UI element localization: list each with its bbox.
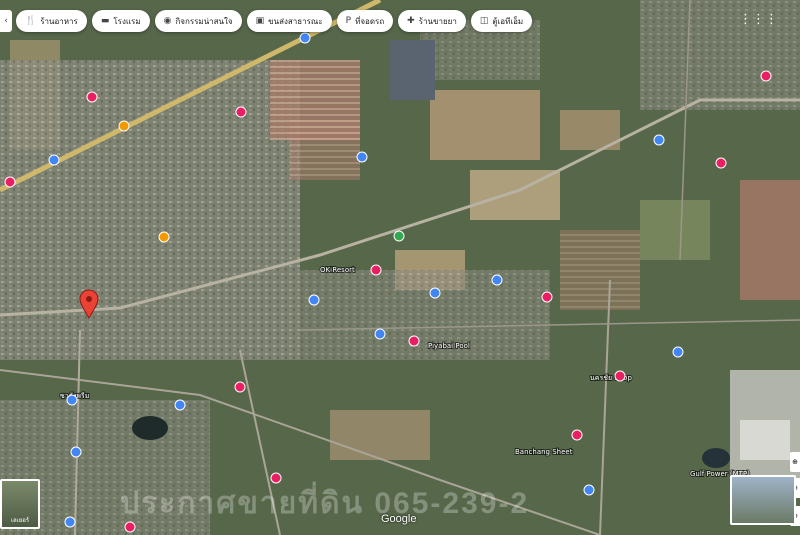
location-pin-center (86, 296, 92, 302)
poi-marker-icon[interactable] (370, 264, 382, 276)
hotel-icon: ▬ (100, 16, 110, 26)
poi-marker-icon[interactable] (356, 151, 368, 163)
poi-marker-icon[interactable] (174, 399, 186, 411)
chip-atm[interactable]: ◫ ตู้เอทีเอ็ม (470, 10, 533, 32)
poi-marker-icon[interactable] (374, 328, 386, 340)
map-label-pool: Piyabai Pool (428, 342, 470, 350)
chip-parking[interactable]: P ที่จอดรถ (336, 10, 394, 32)
map-label-station: นครชัย Shop (590, 374, 632, 382)
chip-camera[interactable]: ◉ กิจกรรมน่าสนใจ (154, 10, 242, 32)
chip-label: ตู้เอทีเอ็ม (492, 16, 524, 26)
pharmacy-icon: ✚ (407, 16, 415, 26)
poi-marker-icon[interactable] (408, 335, 420, 347)
poi-marker-icon[interactable] (308, 294, 320, 306)
chip-hotel[interactable]: ▬ โรงแรม (91, 10, 150, 32)
poi-marker-icon[interactable] (491, 274, 503, 286)
layers-button[interactable]: เลเยอร์ (0, 479, 40, 529)
collapse-panel-button[interactable]: ‹ (0, 10, 12, 32)
poi-marker-icon[interactable] (653, 134, 665, 146)
poi-marker-icon[interactable] (541, 291, 553, 303)
map-label-resort: OK Resort (320, 266, 355, 274)
chip-label: ร้านขายยา (418, 16, 457, 26)
poi-marker-icon[interactable] (235, 106, 247, 118)
poi-marker-icon[interactable] (66, 394, 78, 406)
poi-marker-icon[interactable] (715, 157, 727, 169)
side-control-top[interactable]: ⊕ (790, 452, 800, 472)
chip-pharmacy[interactable]: ✚ ร้านขายยา (398, 10, 466, 32)
poi-marker-icon[interactable] (4, 176, 16, 188)
camera-icon: ◉ (163, 16, 172, 26)
poi-marker-icon[interactable] (393, 230, 405, 242)
chip-bus[interactable]: ▣ ขนส่งสาธารณะ (246, 10, 332, 32)
chip-label: ขนส่งสาธารณะ (268, 16, 323, 26)
poi-marker-icon[interactable] (118, 120, 130, 132)
poi-marker-icon[interactable] (672, 346, 684, 358)
parking-icon: P (345, 16, 352, 26)
chip-label: ร้านอาหาร (40, 16, 78, 26)
satellite-imagery: OK Resort Piyabai Pool ซาลังพรีม Banchan… (0, 0, 800, 535)
poi-marker-icon[interactable] (429, 287, 441, 299)
street-view-thumbnail[interactable] (730, 475, 796, 525)
poi-marker-icon[interactable] (64, 516, 76, 528)
map-label-banchang: Banchang Sheet (515, 448, 573, 456)
atm-icon: ◫ (479, 16, 489, 26)
apps-grid-icon[interactable]: ⋮⋮⋮ (739, 12, 778, 27)
chip-label: กิจกรรมน่าสนใจ (175, 16, 233, 26)
watermark-text: ประกาศขายที่ดิน 065-239-2 (120, 487, 530, 520)
poi-marker-icon[interactable] (583, 484, 595, 496)
poi-marker-icon[interactable] (48, 154, 60, 166)
poi-marker-icon[interactable] (571, 429, 583, 441)
google-logo: Google (381, 513, 417, 525)
restaurant-icon: 🍴 (25, 16, 37, 26)
poi-marker-icon[interactable] (299, 32, 311, 44)
layers-label: เลเยอร์ (10, 517, 30, 524)
poi-marker-icon[interactable] (86, 91, 98, 103)
poi-marker-icon[interactable] (158, 231, 170, 243)
category-chips: 🍴 ร้านอาหาร ▬ โรงแรม ◉ กิจกรรมน่าสนใจ ▣ ขนส่งสา… (16, 10, 533, 32)
poi-marker-icon[interactable] (760, 70, 772, 82)
chip-label: ที่จอดรถ (355, 16, 385, 26)
chip-label: โรงแรม (113, 16, 141, 26)
chip-restaurant[interactable]: 🍴 ร้านอาหาร (16, 10, 87, 32)
bus-icon: ▣ (255, 16, 265, 26)
poi-marker-icon[interactable] (70, 446, 82, 458)
poi-marker-icon[interactable] (614, 370, 626, 382)
satellite-map[interactable]: OK Resort Piyabai Pool ซาลังพรีม Banchan… (0, 0, 800, 535)
poi-marker-icon[interactable] (234, 381, 246, 393)
